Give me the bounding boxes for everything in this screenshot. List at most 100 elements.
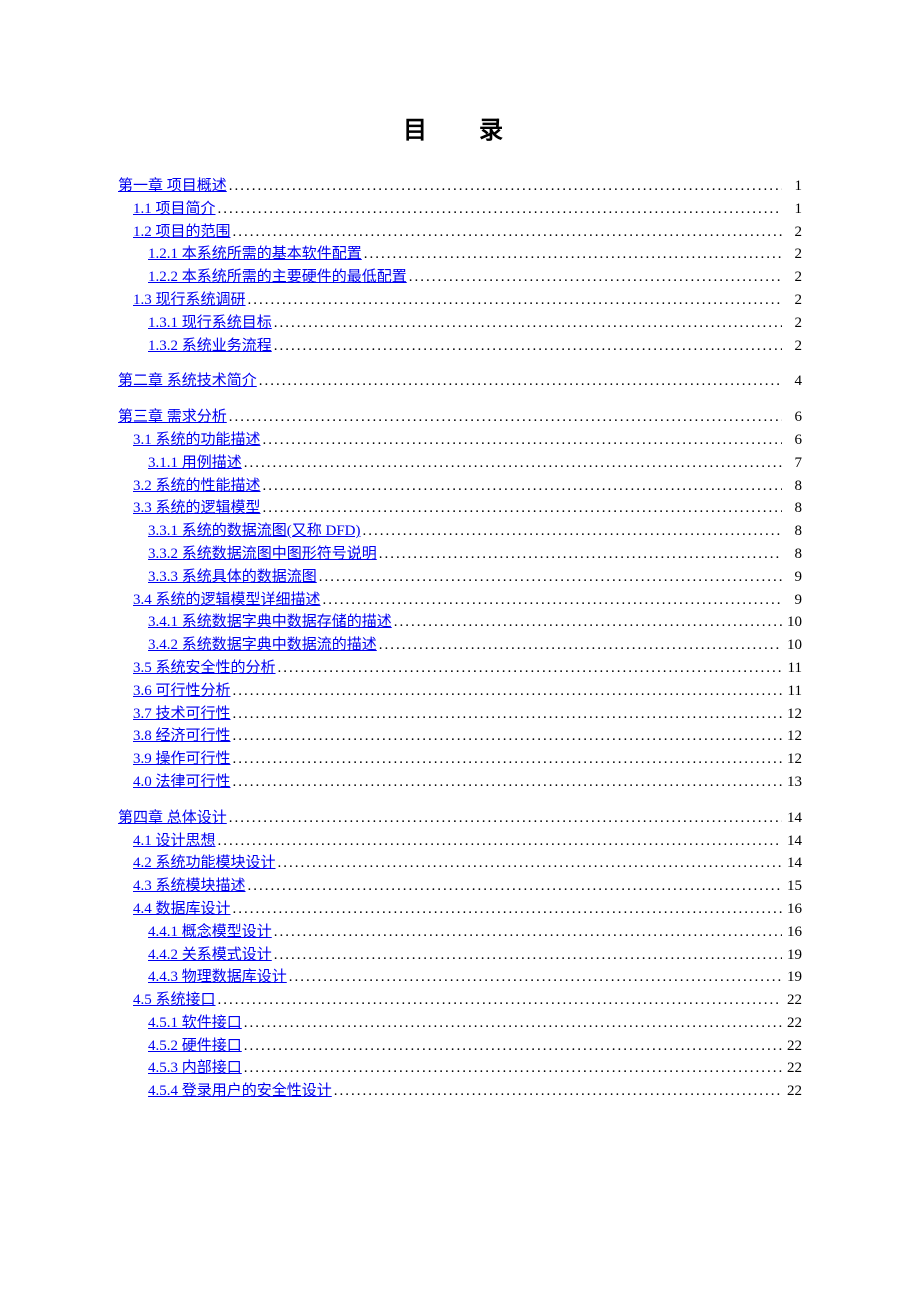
toc-page-number: 2 <box>782 289 802 312</box>
toc-entry: 4.4 数据库设计16 <box>118 898 802 921</box>
toc-page-number: 2 <box>782 243 802 266</box>
toc-page-number: 22 <box>782 989 802 1012</box>
toc-link[interactable]: 3.4 系统的逻辑模型详细描述 <box>133 589 321 612</box>
toc-page-number: 19 <box>782 944 802 967</box>
toc-link[interactable]: 4.4.3 物理数据库设计 <box>148 966 287 989</box>
toc-page-number: 8 <box>782 520 802 543</box>
toc-page-number: 7 <box>782 452 802 475</box>
toc-leader-dots <box>317 566 782 589</box>
toc-link[interactable]: 4.3 系统模块描述 <box>133 875 246 898</box>
toc-page-number: 14 <box>782 807 802 830</box>
toc-entry: 3.6 可行性分析11 <box>118 680 802 703</box>
toc-page-number: 6 <box>782 406 802 429</box>
toc-link[interactable]: 3.6 可行性分析 <box>133 680 231 703</box>
toc-link[interactable]: 第二章 系统技术简介 <box>118 370 257 393</box>
toc-leader-dots <box>272 335 782 358</box>
toc-link[interactable]: 4.4 数据库设计 <box>133 898 231 921</box>
toc-link[interactable]: 3.7 技术可行性 <box>133 703 231 726</box>
toc-leader-dots <box>377 634 782 657</box>
toc-leader-dots <box>227 807 782 830</box>
toc-entry: 4.5.2 硬件接口22 <box>118 1035 802 1058</box>
toc-link[interactable]: 1.2.1 本系统所需的基本软件配置 <box>148 243 362 266</box>
toc-link[interactable]: 4.5.1 软件接口 <box>148 1012 242 1035</box>
toc-link[interactable]: 1.3.1 现行系统目标 <box>148 312 272 335</box>
toc-leader-dots <box>231 725 782 748</box>
toc-link[interactable]: 4.5 系统接口 <box>133 989 216 1012</box>
toc-link[interactable]: 1.3 现行系统调研 <box>133 289 246 312</box>
toc-leader-dots <box>227 406 782 429</box>
toc-link[interactable]: 3.5 系统安全性的分析 <box>133 657 276 680</box>
toc-entry: 3.2 系统的性能描述8 <box>118 475 802 498</box>
toc-link[interactable]: 3.3.3 系统具体的数据流图 <box>148 566 317 589</box>
toc-link[interactable]: 第一章 项目概述 <box>118 175 227 198</box>
toc-link[interactable]: 4.4.1 概念模型设计 <box>148 921 272 944</box>
toc-leader-dots <box>272 944 782 967</box>
toc-page-number: 2 <box>782 312 802 335</box>
toc-page-number: 19 <box>782 966 802 989</box>
toc-entry: 3.8 经济可行性12 <box>118 725 802 748</box>
toc-leader-dots <box>361 520 783 543</box>
toc-page-number: 1 <box>782 198 802 221</box>
toc-link[interactable]: 4.5.3 内部接口 <box>148 1057 242 1080</box>
toc-leader-dots <box>332 1080 782 1103</box>
toc-link[interactable]: 3.8 经济可行性 <box>133 725 231 748</box>
toc-entry: 4.5.1 软件接口22 <box>118 1012 802 1035</box>
toc-link[interactable]: 4.5.4 登录用户的安全性设计 <box>148 1080 332 1103</box>
toc-entry: 3.4.1 系统数据字典中数据存储的描述10 <box>118 611 802 634</box>
toc-link[interactable]: 3.3.1 系统的数据流图(又称 DFD) <box>148 520 361 543</box>
toc-entry: 1.1 项目简介 1 <box>118 198 802 221</box>
toc-entry: 4.4.2 关系模式设计 19 <box>118 944 802 967</box>
toc-leader-dots <box>261 497 782 520</box>
toc-leader-dots <box>231 898 782 921</box>
toc-link[interactable]: 3.4.2 系统数据字典中数据流的描述 <box>148 634 377 657</box>
toc-page-number: 16 <box>782 921 802 944</box>
toc-leader-dots <box>216 830 782 853</box>
toc-page-number: 6 <box>782 429 802 452</box>
toc-leader-dots <box>216 989 782 1012</box>
toc-link[interactable]: 3.1 系统的功能描述 <box>133 429 261 452</box>
toc-link[interactable]: 4.2 系统功能模块设计 <box>133 852 276 875</box>
toc-leader-dots <box>392 611 782 634</box>
toc-entry: 1.2 项目的范围 2 <box>118 221 802 244</box>
toc-link[interactable]: 3.9 操作可行性 <box>133 748 231 771</box>
toc-leader-dots <box>287 966 782 989</box>
toc-entry: 3.4 系统的逻辑模型详细描述9 <box>118 589 802 612</box>
toc-leader-dots <box>276 852 782 875</box>
toc-entry: 1.3.2 系统业务流程2 <box>118 335 802 358</box>
toc-page-number: 12 <box>782 748 802 771</box>
toc-page-number: 1 <box>782 175 802 198</box>
toc-entry: 4.5.3 内部接口22 <box>118 1057 802 1080</box>
toc-leader-dots <box>257 370 782 393</box>
toc-page-number: 12 <box>782 703 802 726</box>
toc-link[interactable]: 1.1 项目简介 <box>133 198 216 221</box>
toc-link[interactable]: 3.2 系统的性能描述 <box>133 475 261 498</box>
toc-link[interactable]: 1.2 项目的范围 <box>133 221 231 244</box>
toc-link[interactable]: 第四章 总体设计 <box>118 807 227 830</box>
toc-link[interactable]: 3.3.2 系统数据流图中图形符号说明 <box>148 543 377 566</box>
toc-page-number: 4 <box>782 370 802 393</box>
toc-link[interactable]: 4.4.2 关系模式设计 <box>148 944 272 967</box>
toc-entry: 1.2.2 本系统所需的主要硬件的最低配置2 <box>118 266 802 289</box>
toc-page-number: 8 <box>782 497 802 520</box>
toc-entry: 第三章 需求分析 6 <box>118 406 802 429</box>
toc-link[interactable]: 4.5.2 硬件接口 <box>148 1035 242 1058</box>
toc-leader-dots <box>272 312 782 335</box>
toc-page-number: 2 <box>782 221 802 244</box>
toc-entry: 4.5 系统接口 22 <box>118 989 802 1012</box>
toc-link[interactable]: 3.4.1 系统数据字典中数据存储的描述 <box>148 611 392 634</box>
toc-leader-dots <box>272 921 782 944</box>
toc-link[interactable]: 1.2.2 本系统所需的主要硬件的最低配置 <box>148 266 407 289</box>
toc-link[interactable]: 3.1.1 用例描述 <box>148 452 242 475</box>
toc-page-number: 15 <box>782 875 802 898</box>
toc-link[interactable]: 4.1 设计思想 <box>133 830 216 853</box>
toc-entry: 4.5.4 登录用户的安全性设计22 <box>118 1080 802 1103</box>
toc-page-number: 11 <box>782 657 802 680</box>
toc-link[interactable]: 1.3.2 系统业务流程 <box>148 335 272 358</box>
toc-link[interactable]: 3.3 系统的逻辑模型 <box>133 497 261 520</box>
toc-link[interactable]: 4.0 法律可行性 <box>133 771 231 794</box>
toc-leader-dots <box>231 221 782 244</box>
toc-leader-dots <box>276 657 782 680</box>
toc-leader-dots <box>227 175 782 198</box>
toc-entry: 4.1 设计思想14 <box>118 830 802 853</box>
toc-link[interactable]: 第三章 需求分析 <box>118 406 227 429</box>
